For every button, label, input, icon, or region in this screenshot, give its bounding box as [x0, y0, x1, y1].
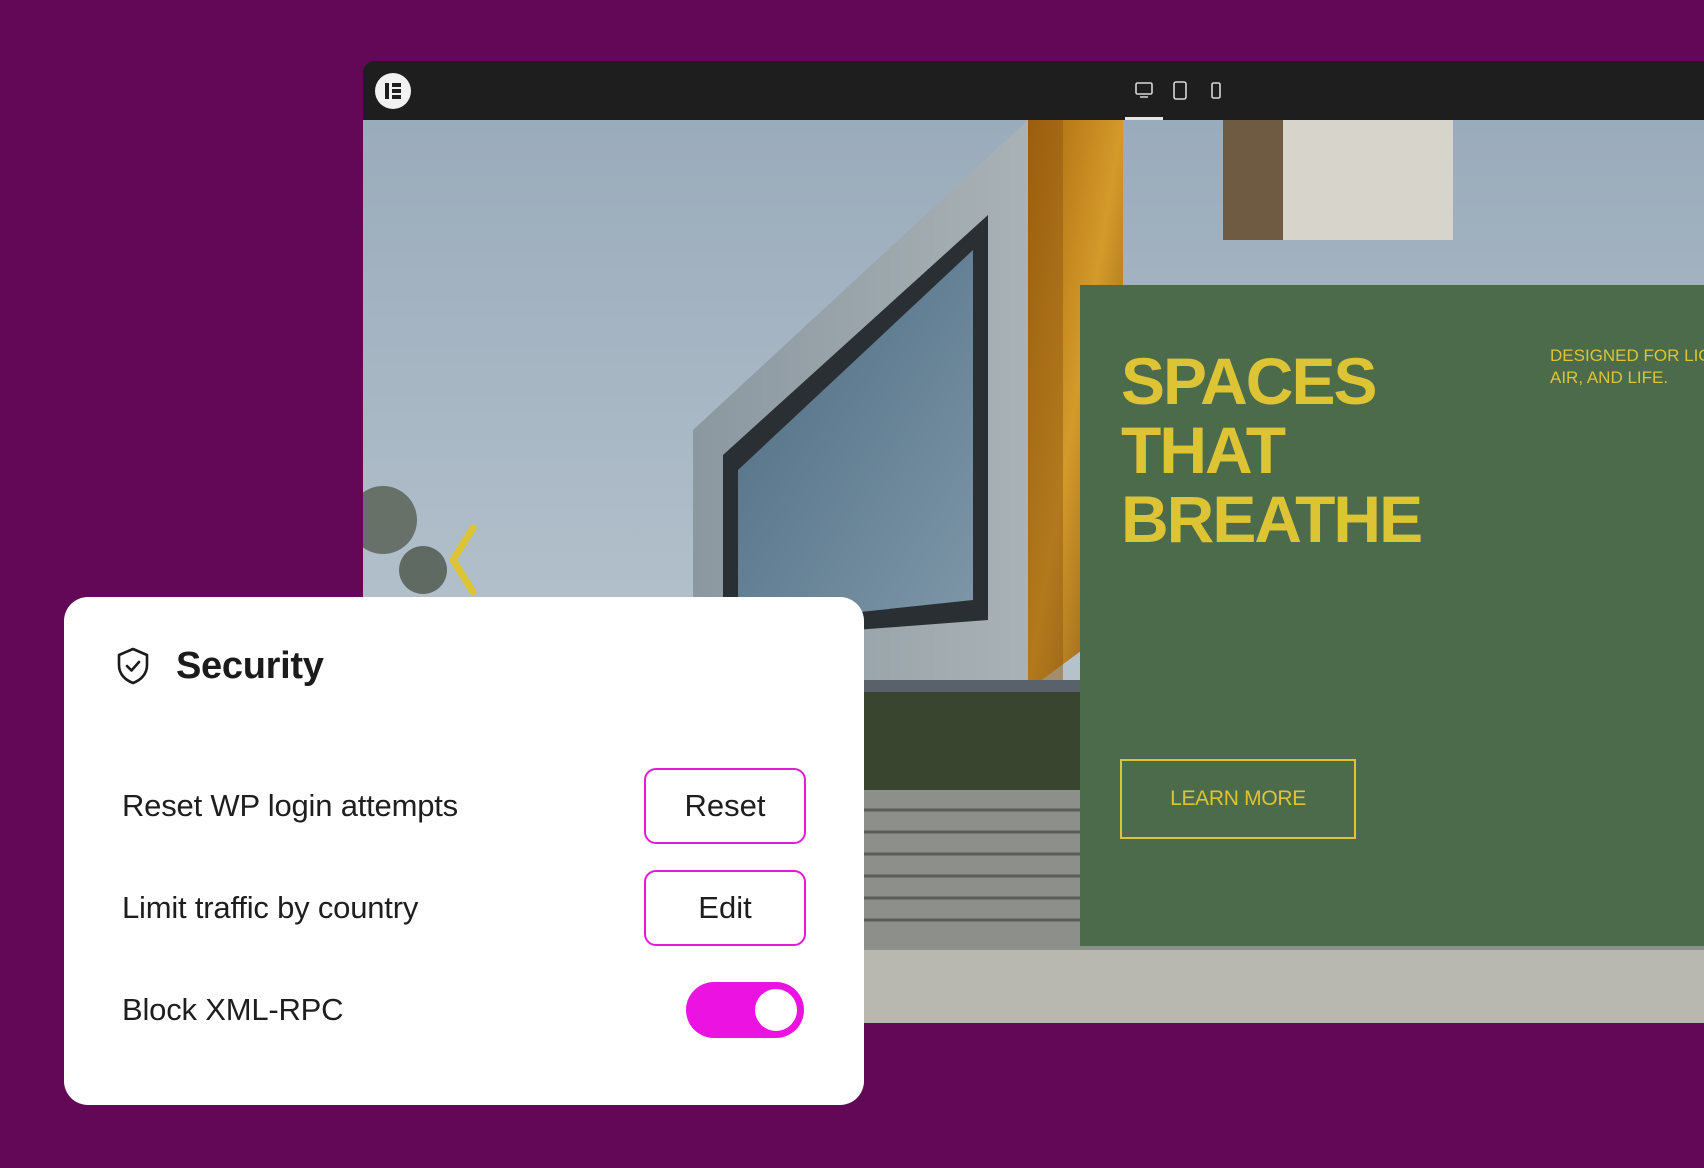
row-label: Block XML-RPC [122, 992, 344, 1027]
security-title: Security [176, 644, 324, 687]
security-row-block-xmlrpc: Block XML-RPC [122, 972, 806, 1048]
security-row-reset-login: Reset WP login attempts Reset [122, 768, 806, 844]
toggle-knob [755, 989, 797, 1031]
security-row-limit-traffic: Limit traffic by country Edit [122, 870, 806, 946]
learn-more-button[interactable]: LEARN MORE [1120, 759, 1356, 839]
chevron-left-icon [449, 524, 477, 596]
hero-headline: SPACES THAT BREATHE [1121, 344, 1423, 556]
editor-topbar [363, 61, 1704, 120]
security-header: Security [112, 643, 324, 689]
headline-line: BREATHE [1121, 482, 1423, 556]
slider-prev-button[interactable] [441, 522, 481, 598]
tagline-line: DESIGNED FOR LIG [1550, 346, 1704, 365]
device-tablet-button[interactable] [1165, 81, 1195, 120]
elementor-logo-icon[interactable] [375, 73, 411, 109]
reset-button[interactable]: Reset [644, 768, 806, 844]
device-mobile-button[interactable] [1201, 81, 1231, 120]
shield-check-icon [117, 647, 149, 685]
block-xmlrpc-toggle[interactable] [686, 982, 804, 1038]
tagline-line: AIR, AND LIFE. [1550, 368, 1669, 387]
device-desktop-button[interactable] [1125, 81, 1163, 120]
tablet-icon [1173, 81, 1187, 100]
hero-tagline: DESIGNED FOR LIG AIR, AND LIFE. [1550, 345, 1704, 389]
headline-line: THAT [1121, 413, 1286, 487]
row-label: Reset WP login attempts [122, 788, 458, 823]
mobile-icon [1211, 82, 1221, 99]
security-card: Security Reset WP login attempts Reset L… [64, 597, 864, 1105]
row-label: Limit traffic by country [122, 890, 419, 925]
headline-line: SPACES [1121, 344, 1378, 418]
edit-button[interactable]: Edit [644, 870, 806, 946]
desktop-icon [1135, 82, 1153, 98]
hero-text-panel: SPACES THAT BREATHE DESIGNED FOR LIG AIR… [1080, 285, 1704, 946]
